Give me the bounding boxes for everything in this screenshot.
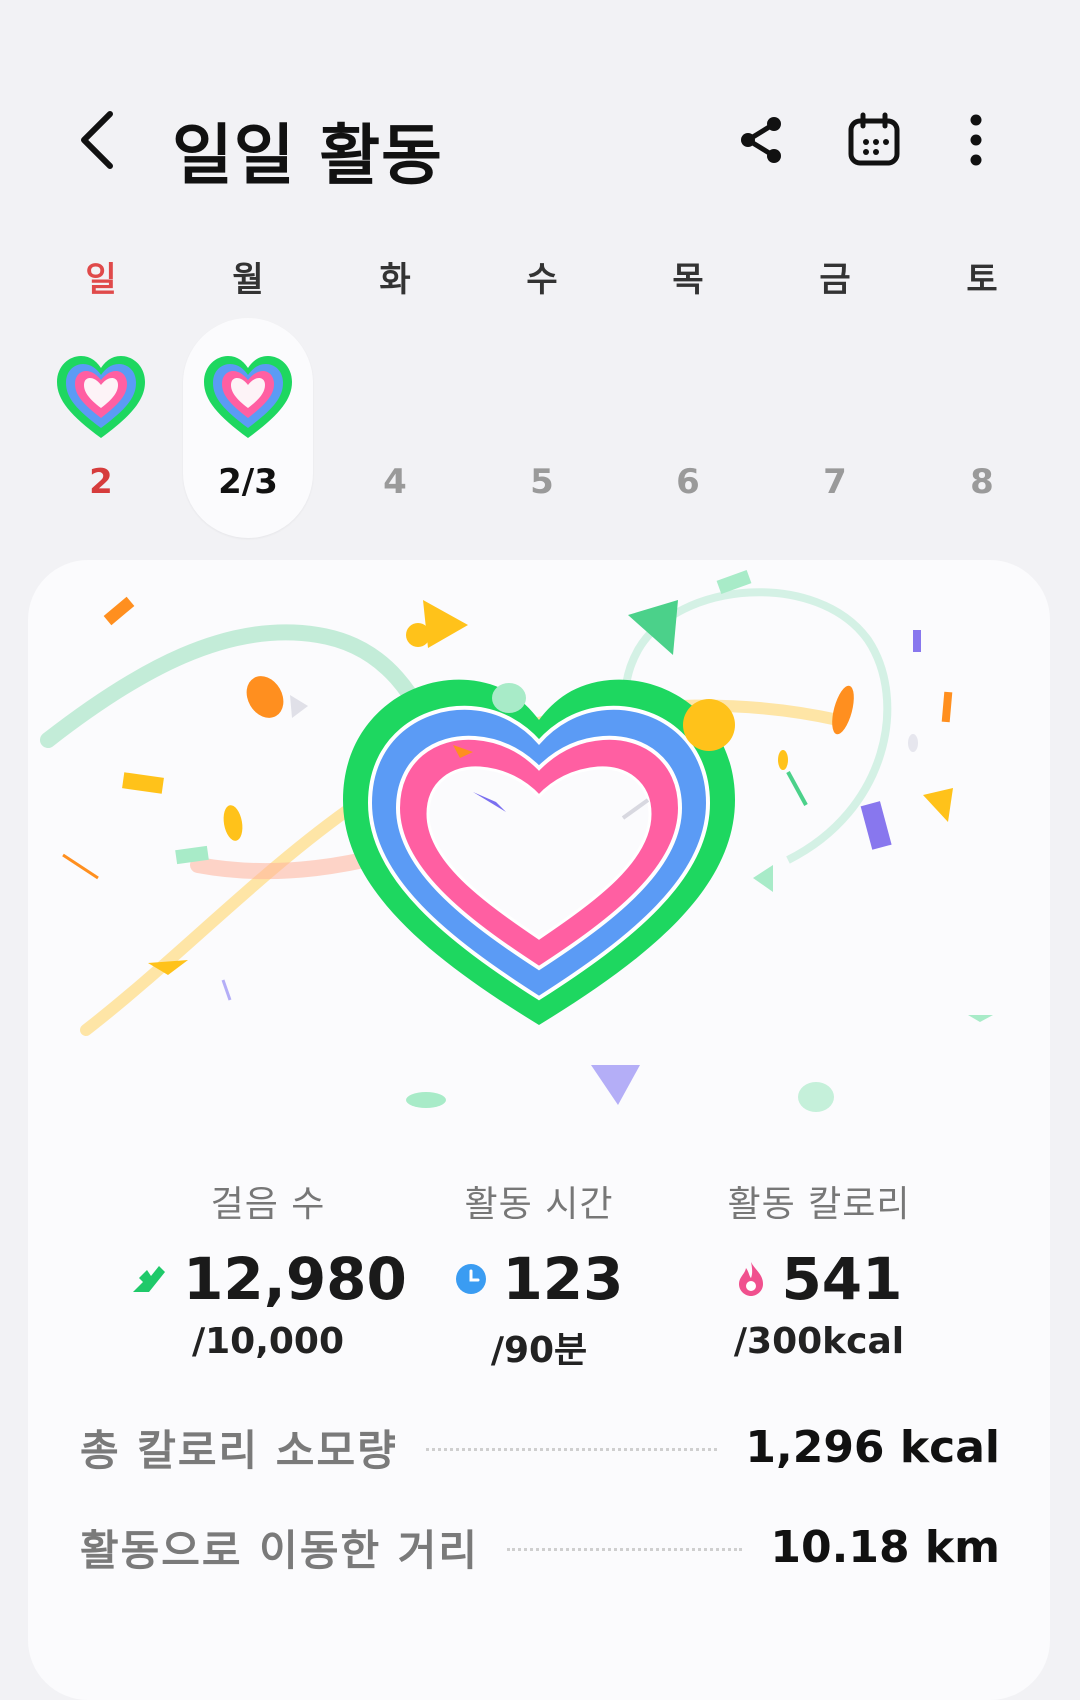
activity-heart-icon	[204, 356, 292, 438]
stat-label: 활동 칼로리	[727, 1184, 911, 1225]
activity-heart-icon	[57, 356, 145, 438]
day-of-week-label: 일	[85, 260, 117, 300]
day-date: 4	[383, 462, 407, 502]
summary-value: 1,296 kcal	[745, 1421, 1000, 1473]
dotted-leader	[425, 1447, 718, 1451]
week-selector: 일 2 월 2/3 화 4 수 5 목 6 금 7 토 8	[0, 240, 1080, 540]
stat-value: 12,980	[183, 1245, 407, 1313]
more-icon	[970, 114, 982, 166]
app-header: 일일 활동	[0, 0, 1080, 230]
back-icon	[81, 111, 113, 169]
day-date: 2	[89, 462, 113, 502]
day-wednesday[interactable]: 수 5	[477, 240, 607, 540]
day-friday[interactable]: 금 7	[770, 240, 900, 540]
stat-active-calories[interactable]: 활동 칼로리 541 /300kcal	[659, 1175, 979, 1362]
stat-active-time[interactable]: 활동 시간 123 /90분	[379, 1175, 699, 1373]
day-of-week-label: 금	[819, 260, 851, 300]
day-date: 5	[530, 462, 554, 502]
day-tuesday[interactable]: 화 4	[330, 240, 460, 540]
day-of-week-label: 목	[672, 260, 704, 300]
distance-row: 활동으로 이동한 거리 10.18 km	[80, 1512, 1000, 1582]
back-button[interactable]	[70, 100, 130, 180]
stat-goal: /300kcal	[733, 1321, 905, 1362]
dotted-leader	[507, 1547, 743, 1551]
stat-goal: /90분	[490, 1330, 588, 1371]
stat-value: 541	[781, 1245, 903, 1313]
total-calories-row: 총 칼로리 소모량 1,296 kcal	[80, 1412, 1000, 1482]
day-of-week-label: 토	[966, 260, 998, 300]
day-sunday[interactable]: 일 2	[36, 240, 166, 540]
day-thursday[interactable]: 목 6	[623, 240, 753, 540]
day-date: 8	[970, 462, 994, 502]
summary-label: 총 칼로리 소모량	[80, 1425, 398, 1475]
day-of-week-label: 화	[379, 260, 411, 300]
share-button[interactable]	[730, 108, 794, 172]
day-date: 2/3	[218, 462, 278, 502]
day-saturday[interactable]: 토 8	[917, 240, 1047, 540]
share-icon	[741, 117, 781, 163]
shoe-icon	[133, 1266, 166, 1292]
activity-stats: 걸음 수 12,980 /10,000 활동 시간 123 /90분 활동 칼로…	[28, 1175, 1050, 1375]
summary-value: 10.18 km	[770, 1521, 1000, 1573]
summary-label: 활동으로 이동한 거리	[80, 1525, 480, 1575]
stat-label: 활동 시간	[464, 1184, 614, 1225]
activity-card: 걸음 수 12,980 /10,000 활동 시간 123 /90분 활동 칼로…	[28, 560, 1050, 1700]
stat-value: 123	[502, 1245, 624, 1313]
day-date: 6	[676, 462, 700, 502]
clock-icon	[456, 1264, 487, 1294]
day-monday[interactable]: 월 2/3	[183, 240, 313, 540]
day-date: 7	[823, 462, 847, 502]
more-options-button[interactable]	[944, 108, 1008, 172]
calendar-button[interactable]	[842, 108, 906, 172]
day-of-week-label: 월	[232, 260, 264, 300]
calendar-icon	[848, 112, 900, 166]
activity-heart-celebration	[40, 569, 993, 1112]
day-of-week-label: 수	[526, 260, 558, 300]
flame-icon	[739, 1262, 764, 1296]
page-title: 일일 활동	[172, 117, 443, 194]
